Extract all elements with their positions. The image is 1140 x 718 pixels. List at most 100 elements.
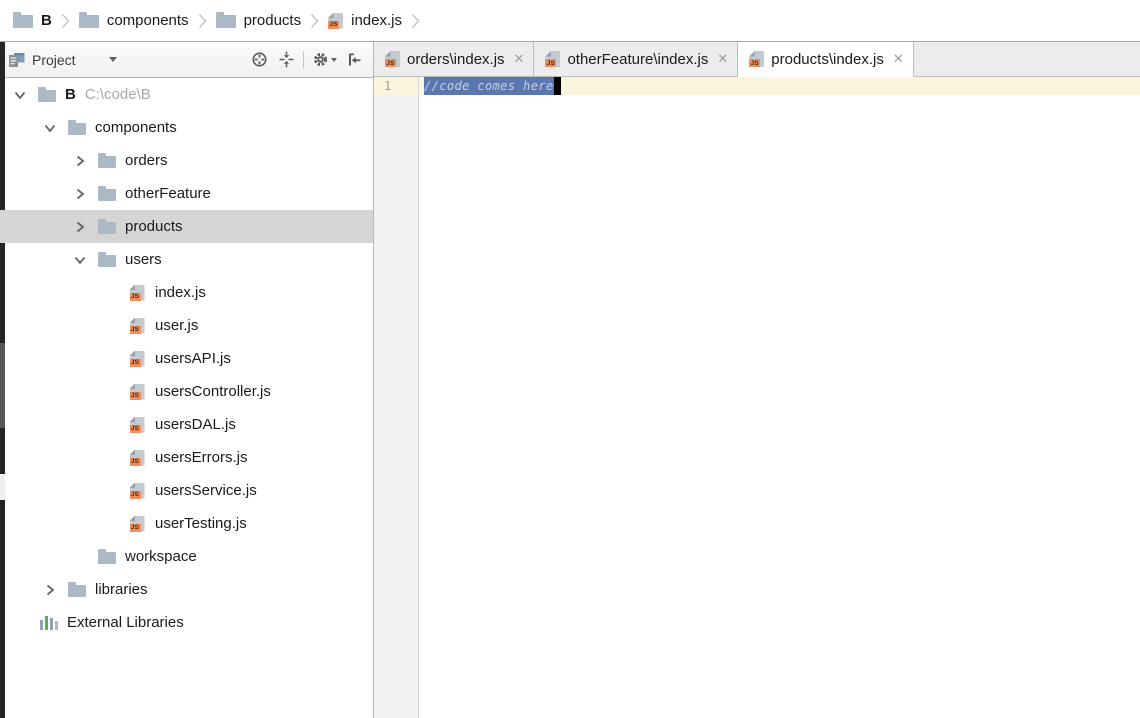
tab-otherfeature-index-js[interactable]: JS otherFeature\index.js ✕ [534, 42, 739, 77]
chevron-right-icon [198, 13, 207, 29]
settings-button[interactable] [307, 46, 341, 73]
line-number: 1 [384, 79, 392, 93]
chevron-down-icon[interactable] [40, 120, 59, 136]
tree-item-usertesting-js[interactable]: JS userTesting.js [0, 507, 373, 540]
breadcrumb-item-b[interactable]: B [13, 12, 52, 29]
tab-orders-index-js[interactable]: JS orders\index.js ✕ [374, 42, 535, 77]
tree-item-usersservice-js[interactable]: JS usersService.js [0, 474, 373, 507]
project-toolbar: Project [0, 42, 373, 78]
tree-item-products[interactable]: products [0, 210, 373, 243]
js-file-icon: JS [129, 482, 145, 499]
tree-item-libraries[interactable]: libraries [0, 573, 373, 606]
js-file-icon: JS [385, 51, 400, 67]
editor-gutter[interactable]: 1 [374, 77, 419, 718]
hide-panel-button[interactable] [341, 46, 368, 73]
folder-icon [98, 152, 116, 168]
folder-icon [215, 12, 236, 28]
breadcrumb-label: products [243, 12, 302, 29]
chevron-right-icon[interactable] [70, 186, 89, 202]
tree-item-label: products [125, 218, 183, 235]
folder-icon [13, 12, 33, 28]
tab-label: orders\index.js [407, 50, 505, 68]
tree-item-icon [40, 615, 58, 631]
breadcrumb-item-components[interactable]: components [78, 12, 189, 29]
text-caret [553, 77, 561, 95]
chevron-right-icon [61, 13, 70, 29]
js-badge: JS [129, 424, 141, 433]
tree-item-usersapi-js[interactable]: JS usersAPI.js [0, 342, 373, 375]
tree-item-icon [98, 251, 116, 268]
chevron-right-icon[interactable] [70, 219, 89, 235]
folder-icon [68, 581, 86, 597]
tree-item-usersdal-js[interactable]: JS usersDAL.js [0, 408, 373, 441]
js-badge: JS [129, 325, 141, 334]
js-badge: JS [749, 59, 761, 67]
tree-item-label: otherFeature [125, 185, 211, 202]
left-strip-gap [0, 474, 5, 500]
breadcrumb-item-products[interactable]: products [215, 12, 302, 29]
left-edge-strip [0, 42, 5, 718]
tree-item-workspace[interactable]: workspace [0, 540, 373, 573]
chevron-right-icon[interactable] [40, 582, 59, 598]
chevron-down-icon [108, 57, 117, 62]
chevron-down-icon[interactable] [70, 252, 89, 268]
js-badge: JS [328, 20, 340, 29]
tree-item-icon: JS [128, 383, 146, 400]
js-file-icon: JS [129, 383, 145, 400]
breadcrumb-label: index.js [351, 12, 402, 29]
breadcrumb-label: B [41, 12, 52, 29]
js-file-icon: JS [129, 515, 145, 532]
folder-icon [68, 119, 86, 135]
breadcrumb-item-index-js[interactable]: JS index.js [328, 12, 402, 29]
project-title: Project [32, 51, 76, 68]
breadcrumb-label: components [106, 12, 189, 29]
main-area: Project B C:\code\B components orders ot… [0, 42, 1140, 718]
chevron-down-icon[interactable] [10, 87, 29, 103]
close-icon[interactable]: ✕ [514, 51, 525, 67]
js-badge: JS [545, 59, 557, 67]
tree-item-label: usersService.js [155, 482, 257, 499]
js-badge: JS [129, 391, 141, 400]
js-badge: JS [129, 292, 141, 301]
tree-item-icon: JS [128, 317, 146, 334]
tree-item-label: orders [125, 152, 168, 169]
tree-item-orders[interactable]: orders [0, 144, 373, 177]
chevron-placeholder [100, 384, 119, 400]
tree-item-user-js[interactable]: JS user.js [0, 309, 373, 342]
tree-item-external-libraries[interactable]: External Libraries [0, 606, 373, 639]
external-libraries-icon [40, 615, 58, 630]
chevron-right-icon [411, 13, 420, 29]
folder-icon [78, 12, 99, 28]
js-file-icon: JS [749, 51, 765, 67]
tab-bar-filler [913, 42, 1140, 77]
tree-item-b[interactable]: B C:\code\B [0, 78, 373, 111]
folder-icon [98, 218, 116, 234]
locate-button[interactable] [246, 46, 273, 73]
tree-item-label: components [95, 119, 177, 136]
project-view-selector[interactable]: Project [8, 52, 117, 68]
tree-item-icon [98, 185, 116, 202]
tree-item-components[interactable]: components [0, 111, 373, 144]
chevron-placeholder [100, 285, 119, 301]
close-icon[interactable]: ✕ [893, 51, 904, 67]
chevron-placeholder [70, 549, 89, 565]
settings-gear-icon [313, 53, 327, 66]
close-icon[interactable]: ✕ [717, 51, 728, 67]
chevron-right-icon[interactable] [70, 153, 89, 169]
tab-label: products\index.js [771, 50, 884, 68]
tree-item-userserrors-js[interactable]: JS usersErrors.js [0, 441, 373, 474]
tree-item-otherfeature[interactable]: otherFeature [0, 177, 373, 210]
tree-item-icon [98, 152, 116, 169]
tree-item-users[interactable]: users [0, 243, 373, 276]
tree-item-userscontroller-js[interactable]: JS usersController.js [0, 375, 373, 408]
js-badge: JS [129, 490, 141, 499]
tree-item-index-js[interactable]: JS index.js [0, 276, 373, 309]
tree-item-path: C:\code\B [84, 86, 151, 103]
chevron-right-icon [310, 13, 319, 29]
chevron-placeholder [100, 483, 119, 499]
editor-code-area[interactable]: //code comes here [419, 77, 1140, 718]
tab-products-index-js[interactable]: JS products\index.js ✕ [738, 42, 914, 77]
tree-item-label: External Libraries [67, 614, 184, 631]
collapse-all-button[interactable] [273, 46, 300, 73]
js-file-icon: JS [129, 449, 145, 466]
